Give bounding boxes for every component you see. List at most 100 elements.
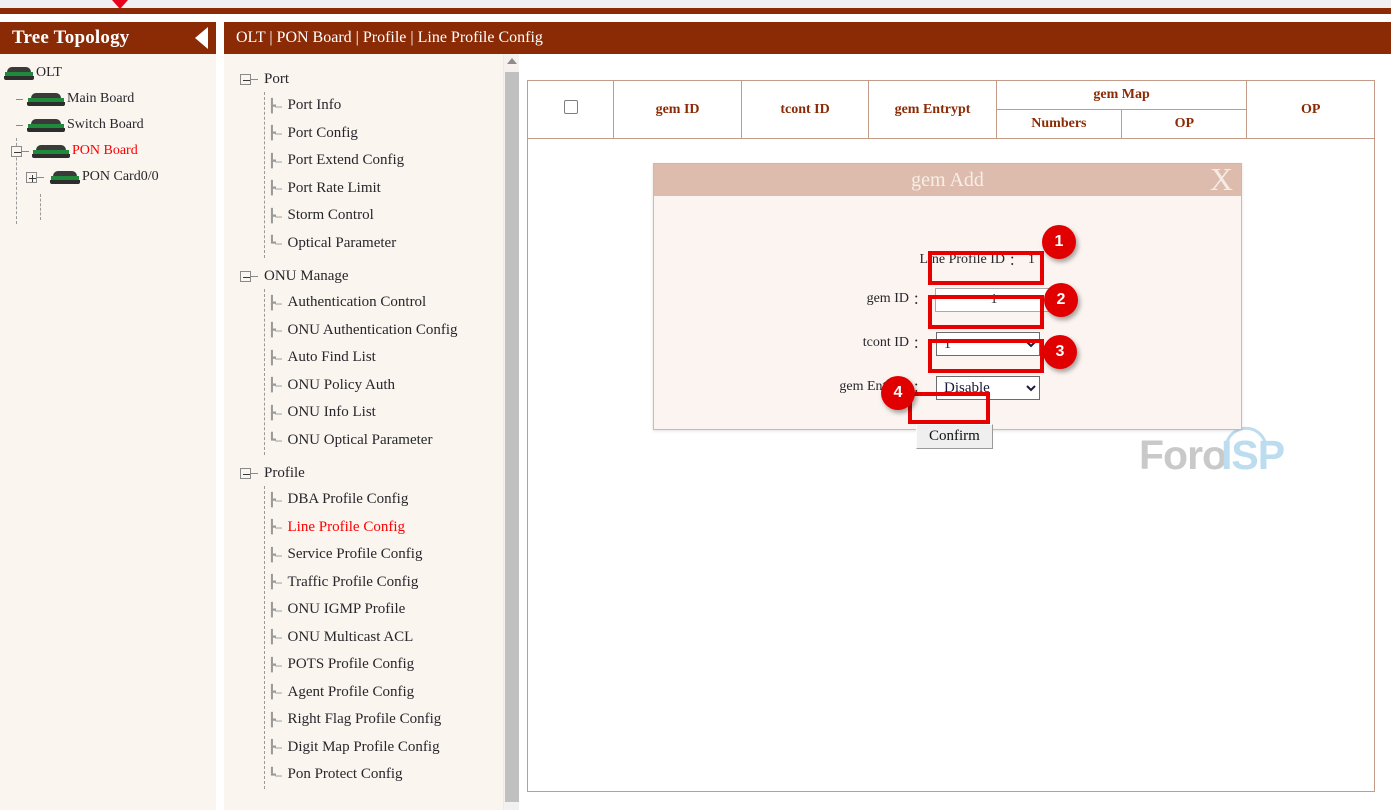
- gem-table-wrapper: gem ID tcont ID gem Entrypt gem Map OP N…: [527, 80, 1375, 139]
- nav-item-line-profile-config[interactable]: ┣--Line Profile Config: [224, 514, 519, 542]
- tree-branch-line: [37, 177, 44, 178]
- branch-dash-icon: ┣--: [268, 295, 282, 311]
- nav-item-optical-parameter[interactable]: ┗--Optical Parameter: [224, 230, 519, 258]
- tree-node-pon-card[interactable]: PON Card0/0: [0, 164, 216, 190]
- nav-item-pon-protect-config[interactable]: ┗--Pon Protect Config: [224, 761, 519, 789]
- tcont-id-label-wrap: tcont ID ：: [654, 333, 932, 352]
- top-white-strip: [0, 0, 1391, 8]
- branch-dash-icon: ┣--: [268, 350, 282, 366]
- nav-group-profile[interactable]: Profile: [224, 460, 519, 486]
- nav-connector: [264, 289, 265, 455]
- tree-node-label: OLT: [36, 65, 62, 81]
- nav-group-label: Profile: [264, 465, 305, 482]
- gem-id-input[interactable]: [935, 288, 1053, 312]
- confirm-button[interactable]: Confirm: [916, 424, 993, 449]
- nav-item-onu-optical-parameter[interactable]: ┗--ONU Optical Parameter: [224, 427, 519, 455]
- branch-dash-icon: ┣--: [268, 125, 282, 141]
- select-all-checkbox[interactable]: [564, 100, 578, 114]
- col-gem-id: gem ID: [614, 81, 741, 139]
- nav-item-onu-igmp-profile[interactable]: ┣--ONU IGMP Profile: [224, 596, 519, 624]
- line-profile-id-label: Line Profile ID: [919, 252, 1005, 268]
- close-icon[interactable]: X: [1210, 161, 1233, 197]
- nav-item-port-rate-limit[interactable]: ┣--Port Rate Limit: [224, 175, 519, 203]
- col-op: OP: [1247, 81, 1375, 139]
- gem-entrypt-select[interactable]: Disable: [936, 376, 1040, 400]
- branch-dash-icon: ┣--: [268, 629, 282, 645]
- nav-connector: [264, 486, 265, 789]
- scrollbar-thumb[interactable]: [505, 72, 519, 802]
- breadcrumb: OLT | PON Board | Profile | Line Profile…: [224, 22, 1391, 54]
- tree-connector: [40, 194, 41, 220]
- branch-dash-icon: ┣--: [268, 405, 282, 421]
- tree-node-main-board[interactable]: Main Board: [0, 86, 216, 112]
- gem-add-dialog-header: gem Add X: [654, 164, 1241, 196]
- expand-plus-icon[interactable]: [26, 172, 37, 183]
- line-profile-id-row: Line Profile ID ： 1: [654, 250, 1082, 269]
- tree-topology-title: Tree Topology: [12, 27, 130, 49]
- step-badge-1: 1: [1042, 225, 1076, 259]
- branch-dash-icon: ┣--: [268, 377, 282, 393]
- nav-item-pots-profile-config[interactable]: ┣--POTS Profile Config: [224, 651, 519, 679]
- branch-dash-icon: ┗--: [268, 767, 282, 783]
- confirm-button-wrap: Confirm: [916, 424, 993, 449]
- gem-add-dialog: gem Add X Line Profile ID ： 1 gem ID ： t…: [653, 163, 1242, 430]
- nav-group-label: Port: [264, 71, 289, 88]
- tcont-id-label: tcont ID: [863, 335, 909, 351]
- tree-node-label: Switch Board: [67, 117, 144, 133]
- nav-item-authentication-control[interactable]: ┣--Authentication Control: [224, 289, 519, 317]
- watermark-text-foro: Foro: [1139, 432, 1226, 479]
- col-gem-entrypt: gem Entrypt: [869, 81, 996, 139]
- gem-id-input-wrap: [935, 288, 1053, 312]
- scroll-up-arrow-icon[interactable]: [507, 58, 517, 64]
- tree-node-label: Main Board: [67, 91, 134, 107]
- nav-connector: [264, 92, 265, 258]
- nav-item-port-config[interactable]: ┣--Port Config: [224, 120, 519, 148]
- nav-group-port[interactable]: Port: [224, 66, 519, 92]
- nav-group-onu-manage[interactable]: ONU Manage: [224, 263, 519, 289]
- nav-scrollbar[interactable]: [503, 54, 519, 810]
- col-tcont-id: tcont ID: [741, 81, 868, 139]
- nav-item-traffic-profile-config[interactable]: ┣--Traffic Profile Config: [224, 569, 519, 597]
- tree-branch-line: [251, 473, 258, 474]
- gem-table-header-row-1: gem ID tcont ID gem Entrypt gem Map OP: [528, 81, 1375, 110]
- collapse-minus-icon[interactable]: [240, 74, 251, 85]
- nav-item-service-profile-config[interactable]: ┣--Service Profile Config: [224, 541, 519, 569]
- nav-item-right-flag-profile-config[interactable]: ┣--Right Flag Profile Config: [224, 706, 519, 734]
- nav-item-dba-profile-config[interactable]: ┣--DBA Profile Config: [224, 486, 519, 514]
- branch-dash-icon: ┣--: [268, 208, 282, 224]
- nav-item-port-extend-config[interactable]: ┣--Port Extend Config: [224, 147, 519, 175]
- collapse-minus-icon[interactable]: [240, 468, 251, 479]
- nav-item-digit-map-profile-config[interactable]: ┣--Digit Map Profile Config: [224, 734, 519, 762]
- branch-dash-icon: ┣--: [268, 322, 282, 338]
- nav-item-auto-find-list[interactable]: ┣--Auto Find List: [224, 344, 519, 372]
- app-window: Tree Topology OLT Main Board: [0, 0, 1391, 810]
- step-badge-2: 2: [1044, 283, 1078, 317]
- tree-node-pon-board[interactable]: PON Board: [0, 138, 216, 164]
- branch-dash-icon: ┣--: [268, 547, 282, 563]
- tree-node-label: PON Board: [72, 143, 138, 159]
- step-badge-3: 3: [1043, 335, 1077, 369]
- tree-node-switch-board[interactable]: Switch Board: [0, 112, 216, 138]
- tcont-id-select-wrap: 1: [936, 332, 1040, 356]
- collapse-minus-icon[interactable]: [11, 146, 22, 157]
- nav-list: Port ┣--Port Info ┣--Port Config ┣--Port…: [224, 54, 519, 789]
- tree-node-label: PON Card0/0: [82, 169, 159, 185]
- nav-item-storm-control[interactable]: ┣--Storm Control: [224, 202, 519, 230]
- nav-item-onu-info-list[interactable]: ┣--ONU Info List: [224, 399, 519, 427]
- branch-dash-icon: ┗--: [268, 432, 282, 448]
- nav-item-agent-profile-config[interactable]: ┣--Agent Profile Config: [224, 679, 519, 707]
- step-badge-4: 4: [881, 376, 915, 410]
- nav-item-onu-multicast-acl[interactable]: ┣--ONU Multicast ACL: [224, 624, 519, 652]
- nav-item-onu-authentication-config[interactable]: ┣--ONU Authentication Config: [224, 317, 519, 345]
- gem-table-head: gem ID tcont ID gem Entrypt gem Map OP N…: [528, 81, 1375, 139]
- triangle-left-icon[interactable]: [195, 27, 208, 49]
- nav-item-port-info[interactable]: ┣--Port Info: [224, 92, 519, 120]
- device-icon: [4, 67, 34, 80]
- nav-item-onu-policy-auth[interactable]: ┣--ONU Policy Auth: [224, 372, 519, 400]
- tree-node-olt[interactable]: OLT: [0, 60, 216, 86]
- tree-topology-header: Tree Topology: [0, 22, 216, 54]
- tree-branch-line: [16, 99, 23, 100]
- collapse-minus-icon[interactable]: [240, 271, 251, 282]
- tcont-id-select[interactable]: 1: [936, 332, 1040, 356]
- branch-dash-icon: ┣--: [268, 98, 282, 114]
